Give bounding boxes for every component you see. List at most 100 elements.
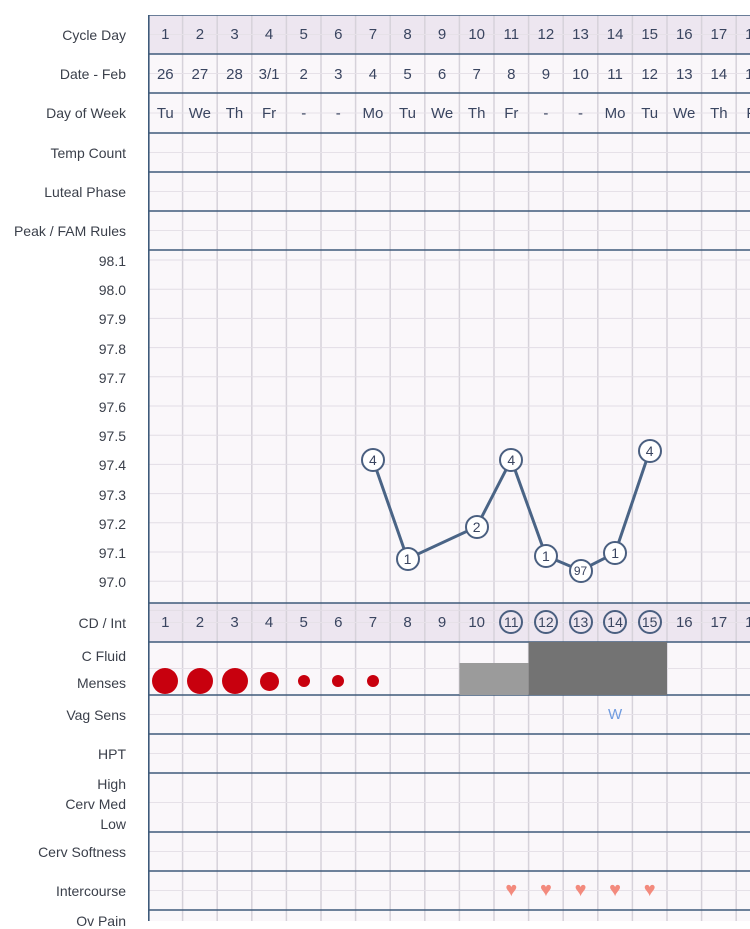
cd-int-cell[interactable]: 14	[603, 610, 628, 634]
temperature-point[interactable]: 2	[464, 514, 489, 539]
date-cell[interactable]: 6	[425, 66, 460, 83]
cycle-day-cell[interactable]: 7	[356, 26, 391, 43]
intercourse-heart-icon[interactable]: ♥	[569, 880, 593, 900]
chart-grid[interactable]: 1234567891011121314151617182627283/12345…	[148, 15, 750, 921]
cd-int-cell[interactable]: 16	[667, 614, 702, 631]
weekday-cell[interactable]: -	[529, 105, 564, 122]
date-cell[interactable]: 11	[598, 66, 633, 83]
temperature-point[interactable]: 4	[360, 447, 385, 472]
date-cell[interactable]: 15	[736, 66, 750, 83]
weekday-cell[interactable]: Mo	[598, 105, 633, 122]
cd-int-cell[interactable]: 4	[252, 614, 287, 631]
intercourse-heart-icon[interactable]: ♥	[534, 880, 558, 900]
c-fluid-bar-high	[528, 642, 667, 695]
cycle-day-cell[interactable]: 1	[148, 26, 183, 43]
date-cell[interactable]: 28	[217, 66, 252, 83]
weekday-cell[interactable]: Tu	[148, 105, 183, 122]
temperature-point[interactable]: 1	[533, 543, 558, 568]
date-cell[interactable]: 8	[494, 66, 529, 83]
date-cell[interactable]: 2	[286, 66, 321, 83]
weekday-cell[interactable]: Th	[702, 105, 737, 122]
temperature-point[interactable]: 4	[499, 447, 524, 472]
menses-dot[interactable]	[221, 668, 248, 694]
cycle-day-cell[interactable]: 13	[563, 26, 598, 43]
weekday-cell[interactable]: Fr	[736, 105, 750, 122]
temp-axis-tick: 97.2	[98, 515, 126, 532]
weekday-cell[interactable]: We	[425, 105, 460, 122]
temp-axis-tick: 98.1	[98, 253, 126, 269]
date-cell[interactable]: 5	[390, 66, 425, 83]
cycle-day-cell[interactable]: 12	[529, 26, 564, 43]
date-cell[interactable]: 26	[148, 66, 183, 83]
weekday-cell[interactable]: -	[286, 105, 321, 122]
weekday-cell[interactable]: Fr	[494, 105, 529, 122]
cycle-day-cell[interactable]: 11	[494, 26, 529, 43]
date-cell[interactable]: 13	[667, 66, 702, 83]
intercourse-heart-icon[interactable]: ♥	[638, 880, 662, 900]
weekday-cell[interactable]: Th	[217, 105, 252, 122]
temp-axis-tick: 97.5	[98, 428, 126, 445]
date-cell[interactable]: 10	[563, 66, 598, 83]
cycle-day-cell[interactable]: 4	[252, 26, 287, 43]
cycle-day-cell[interactable]: 15	[632, 26, 667, 43]
cd-int-cell[interactable]: 9	[425, 614, 460, 631]
c-fluid-bar-low	[459, 663, 529, 695]
menses-dot[interactable]	[297, 675, 310, 687]
temperature-point[interactable]: 4	[637, 438, 662, 463]
cd-int-cell[interactable]: 10	[459, 614, 494, 631]
label-cerv-med: Cerv Med	[65, 796, 126, 812]
intercourse-heart-icon[interactable]: ♥	[499, 880, 523, 900]
cycle-day-cell[interactable]: 8	[390, 26, 425, 43]
cycle-day-cell[interactable]: 16	[667, 26, 702, 43]
cd-int-cell[interactable]: 12	[533, 610, 558, 634]
intercourse-heart-icon[interactable]: ♥	[603, 880, 627, 900]
cycle-day-cell[interactable]: 17	[702, 26, 737, 43]
cd-int-cell[interactable]: 13	[568, 610, 593, 634]
temp-axis-tick: 97.8	[98, 340, 126, 357]
label-peak-fam: Peak / FAM Rules	[13, 223, 126, 239]
cycle-day-cell[interactable]: 10	[459, 26, 494, 43]
cd-int-cell[interactable]: 17	[702, 614, 737, 631]
cd-int-cell[interactable]: 1	[148, 614, 183, 631]
date-cell[interactable]: 27	[183, 66, 218, 83]
date-cell[interactable]: 9	[529, 66, 564, 83]
cd-int-cell[interactable]: 6	[321, 614, 356, 631]
weekday-cell[interactable]: Mo	[356, 105, 391, 122]
menses-dot[interactable]	[259, 671, 279, 691]
date-cell[interactable]: 3/1	[252, 66, 287, 83]
weekday-cell[interactable]: -	[321, 105, 356, 122]
vag-sens-mark[interactable]: W	[598, 706, 633, 723]
cycle-day-cell[interactable]: 2	[183, 26, 218, 43]
date-cell[interactable]: 14	[702, 66, 737, 83]
cd-int-cell[interactable]: 5	[286, 614, 321, 631]
temperature-point[interactable]: 1	[395, 546, 420, 571]
weekday-cell[interactable]: Tu	[390, 105, 425, 122]
date-cell[interactable]: 12	[632, 66, 667, 83]
menses-dot[interactable]	[186, 668, 213, 694]
weekday-cell[interactable]: Th	[459, 105, 494, 122]
cycle-day-cell[interactable]: 9	[425, 26, 460, 43]
temperature-point[interactable]: 97	[568, 558, 593, 583]
weekday-cell[interactable]: We	[183, 105, 218, 122]
weekday-cell[interactable]: -	[563, 105, 598, 122]
date-cell[interactable]: 4	[356, 66, 391, 83]
cd-int-cell[interactable]: 2	[183, 614, 218, 631]
date-cell[interactable]: 7	[459, 66, 494, 83]
menses-dot[interactable]	[366, 675, 379, 687]
label-date: Date - Feb	[59, 66, 126, 82]
cycle-day-cell[interactable]: 14	[598, 26, 633, 43]
cd-int-cell[interactable]: 8	[390, 614, 425, 631]
cycle-day-cell[interactable]: 5	[286, 26, 321, 43]
cd-int-cell[interactable]: 18	[736, 614, 750, 631]
weekday-cell[interactable]: Tu	[632, 105, 667, 122]
temperature-point[interactable]: 1	[603, 541, 628, 565]
cd-int-cell[interactable]: 15	[637, 610, 662, 634]
weekday-cell[interactable]: We	[667, 105, 702, 122]
cycle-day-cell[interactable]: 3	[217, 26, 252, 43]
weekday-cell[interactable]: Fr	[252, 105, 287, 122]
date-cell[interactable]: 3	[321, 66, 356, 83]
cycle-day-cell[interactable]: 18	[736, 26, 750, 43]
cd-int-cell[interactable]: 3	[217, 614, 252, 631]
cycle-day-cell[interactable]: 6	[321, 26, 356, 43]
cd-int-cell[interactable]: 7	[356, 614, 391, 631]
